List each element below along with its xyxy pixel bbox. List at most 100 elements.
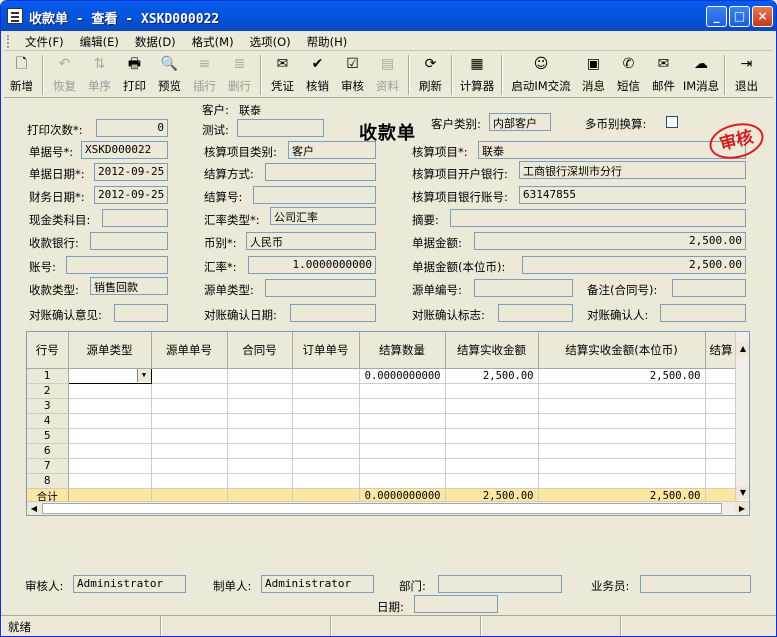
summary-field[interactable] (450, 209, 746, 227)
src-type-field[interactable] (265, 279, 376, 297)
date-field[interactable] (414, 595, 498, 613)
customer-field[interactable]: 联泰 (235, 100, 297, 118)
grid-cell[interactable] (705, 458, 738, 474)
bank-field[interactable] (90, 232, 168, 250)
maker-field[interactable]: Administrator (261, 575, 374, 593)
row-number[interactable]: 8 (27, 473, 69, 489)
source-type-cell[interactable] (68, 398, 152, 414)
scroll-up-icon[interactable]: ▲ (736, 342, 749, 356)
toolbar-button[interactable]: ✉ 凭证 (265, 52, 300, 96)
scroll-down-icon[interactable]: ▼ (736, 486, 749, 500)
remark-field[interactable] (672, 279, 746, 297)
dept-field[interactable] (438, 575, 562, 593)
table-row[interactable]: 7 (27, 458, 738, 474)
customer-type-field[interactable]: 内部客户 (489, 113, 551, 131)
scroll-right-icon[interactable]: ▶ (735, 502, 749, 515)
grid-cell[interactable] (292, 473, 360, 489)
grid-vertical-scrollbar[interactable]: ▲ ▼ (735, 332, 749, 500)
grid-cell[interactable] (292, 398, 360, 414)
toolbar-button[interactable]: ▦ 计算器 (456, 52, 498, 96)
acct-bank-no-field[interactable]: 63147855 (519, 186, 746, 204)
acct-bank-field[interactable]: 工商银行深圳市分行 (519, 161, 746, 179)
grid-cell[interactable] (151, 458, 228, 474)
grid-cell[interactable] (292, 368, 360, 384)
auditor-field[interactable]: Administrator (73, 575, 186, 593)
row-number[interactable]: 4 (27, 413, 69, 429)
toolbar-button[interactable]: ⟳ 刷新 (413, 52, 448, 96)
toolbar-button[interactable]: 🗋 新增 (4, 52, 39, 96)
grid-cell[interactable] (227, 413, 293, 429)
grid-cell[interactable] (227, 368, 293, 384)
amount-local-field[interactable]: 2,500.00 (522, 256, 746, 274)
recon-flag-field[interactable] (498, 304, 573, 322)
toolbar-button[interactable]: ✔ 核销 (300, 52, 335, 96)
minimize-button[interactable]: _ (706, 6, 727, 27)
toolbar-button[interactable]: ≣ 删行 (222, 52, 257, 96)
acct-item-field[interactable]: 联泰 (478, 141, 746, 159)
menu-item[interactable]: 选项(O) (242, 32, 299, 50)
grid-cell[interactable]: 0.0000000000 (359, 368, 446, 384)
grid-cell[interactable] (359, 413, 446, 429)
rate-type-field[interactable]: 公司汇率 (270, 207, 376, 225)
toolbar-button[interactable]: ▤ 资料 (370, 52, 405, 96)
grid-cell[interactable] (151, 413, 228, 429)
close-button[interactable]: × (752, 6, 773, 27)
toolbar-button[interactable]: 🔍 预览 (152, 52, 187, 96)
grid-cell[interactable] (705, 398, 738, 414)
settle-method-field[interactable] (265, 163, 376, 181)
toolbar-button[interactable]: ⇥ 退出 (729, 52, 764, 96)
grid-cell[interactable] (705, 383, 738, 399)
grid-cell[interactable] (445, 458, 539, 474)
currency-field[interactable]: 人民币 (246, 232, 376, 250)
table-row[interactable]: 8 (27, 473, 738, 489)
grid-cell[interactable] (227, 428, 293, 444)
doc-no-field[interactable]: XSKD000022 (81, 141, 168, 159)
grid-cell[interactable] (151, 473, 228, 489)
settle-no-field[interactable] (253, 186, 376, 204)
grid-cell[interactable] (705, 443, 738, 459)
row-number[interactable]: 6 (27, 443, 69, 459)
fin-date-field[interactable]: 2012-09-25 (94, 186, 168, 204)
source-type-cell[interactable]: ▼ (67, 367, 152, 384)
menu-item[interactable]: 编辑(E) (72, 32, 127, 50)
grid-cell[interactable] (359, 458, 446, 474)
grid-cell[interactable] (445, 428, 539, 444)
grid-cell[interactable] (445, 383, 539, 399)
grid-cell[interactable] (445, 398, 539, 414)
print-count-field[interactable]: 0 (96, 119, 168, 137)
row-number[interactable]: 5 (27, 428, 69, 444)
grid-cell[interactable] (705, 473, 738, 489)
rate-field[interactable]: 1.0000000000 (248, 256, 376, 274)
grid-cell[interactable] (151, 398, 228, 414)
toolbar-button[interactable]: ⇅ 单序 (82, 52, 117, 96)
scroll-left-icon[interactable]: ◀ (27, 502, 41, 515)
table-row[interactable]: 1 ▼ 0.0000000000 2,500.00 2,500.00 (27, 367, 738, 384)
salesman-field[interactable] (640, 575, 751, 593)
source-type-cell[interactable] (68, 458, 152, 474)
table-row[interactable]: 4 (27, 413, 738, 429)
grid-cell[interactable] (151, 368, 228, 384)
toolbar-button[interactable]: ✆ 短信 (611, 52, 646, 96)
row-number[interactable]: 2 (27, 383, 69, 399)
toolbar-button[interactable]: ☺ 启动IM交流 (506, 52, 576, 96)
recon-opinion-field[interactable] (114, 304, 168, 322)
test-field[interactable] (237, 119, 324, 137)
grid-cell[interactable] (151, 383, 228, 399)
maximize-button[interactable]: □ (729, 6, 750, 27)
acct-item-type-field[interactable]: 客户 (288, 141, 376, 159)
toolbar-button[interactable]: ≡ 插行 (187, 52, 222, 96)
source-type-cell[interactable] (68, 473, 152, 489)
amount-field[interactable]: 2,500.00 (474, 232, 746, 250)
column-header[interactable]: 源单类型 (68, 332, 152, 369)
cash-item-field[interactable] (102, 209, 168, 227)
grid-cell[interactable]: 2,500.00 (445, 368, 539, 384)
grid-cell[interactable] (445, 413, 539, 429)
grid-cell[interactable] (359, 398, 446, 414)
grid-cell[interactable] (227, 398, 293, 414)
column-header[interactable]: 源单单号 (151, 332, 228, 369)
row-number[interactable]: 1 (27, 368, 69, 384)
column-header[interactable]: 订单单号 (292, 332, 360, 369)
recon-person-field[interactable] (660, 304, 746, 322)
menu-item[interactable]: 帮助(H) (299, 32, 356, 50)
grid-cell[interactable] (292, 458, 360, 474)
